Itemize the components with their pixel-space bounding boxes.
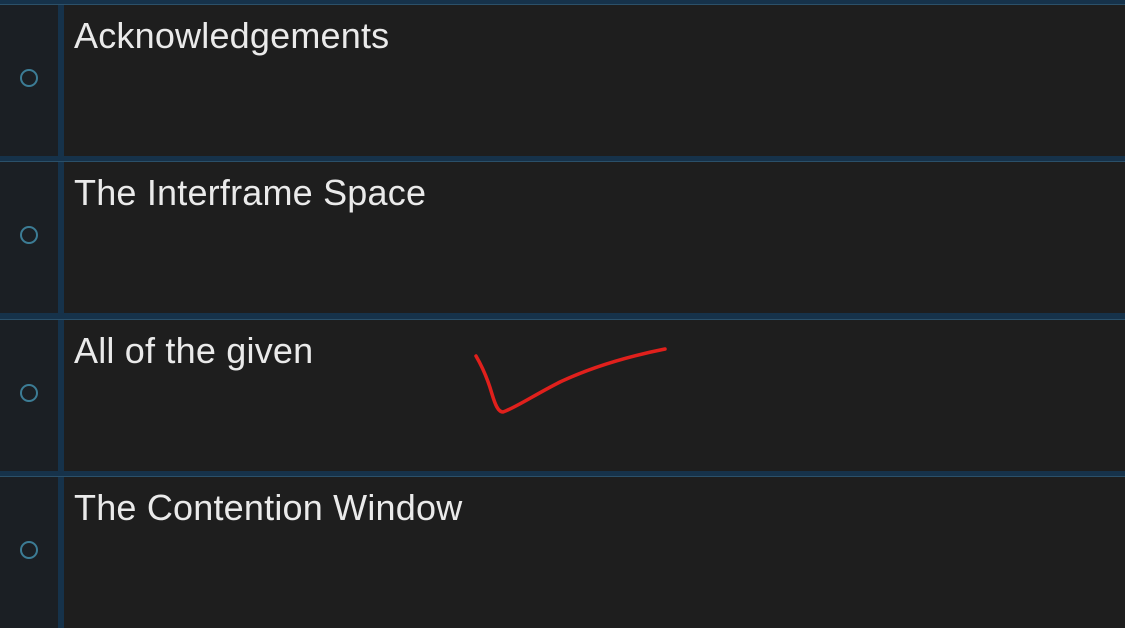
option-interframe-space[interactable]: The Interframe Space bbox=[0, 161, 1125, 313]
radio-button[interactable] bbox=[20, 541, 38, 559]
option-text-cell[interactable]: The Contention Window bbox=[64, 477, 1125, 628]
option-label: The Interframe Space bbox=[74, 172, 427, 213]
radio-button[interactable] bbox=[20, 69, 38, 87]
option-all-of-the-given[interactable]: All of the given bbox=[0, 319, 1125, 471]
option-text-cell[interactable]: All of the given bbox=[64, 320, 1125, 471]
radio-button[interactable] bbox=[20, 226, 38, 244]
option-label: The Contention Window bbox=[74, 487, 463, 528]
option-label: All of the given bbox=[74, 330, 314, 371]
radio-cell bbox=[0, 477, 64, 628]
option-text-cell[interactable]: Acknowledgements bbox=[64, 5, 1125, 156]
radio-cell bbox=[0, 162, 64, 313]
radio-cell bbox=[0, 320, 64, 471]
answer-options-list: Acknowledgements The Interframe Space Al… bbox=[0, 0, 1125, 628]
option-acknowledgements[interactable]: Acknowledgements bbox=[0, 4, 1125, 156]
radio-cell bbox=[0, 5, 64, 156]
option-contention-window[interactable]: The Contention Window bbox=[0, 476, 1125, 628]
option-label: Acknowledgements bbox=[74, 15, 390, 56]
radio-button[interactable] bbox=[20, 384, 38, 402]
option-text-cell[interactable]: The Interframe Space bbox=[64, 162, 1125, 313]
